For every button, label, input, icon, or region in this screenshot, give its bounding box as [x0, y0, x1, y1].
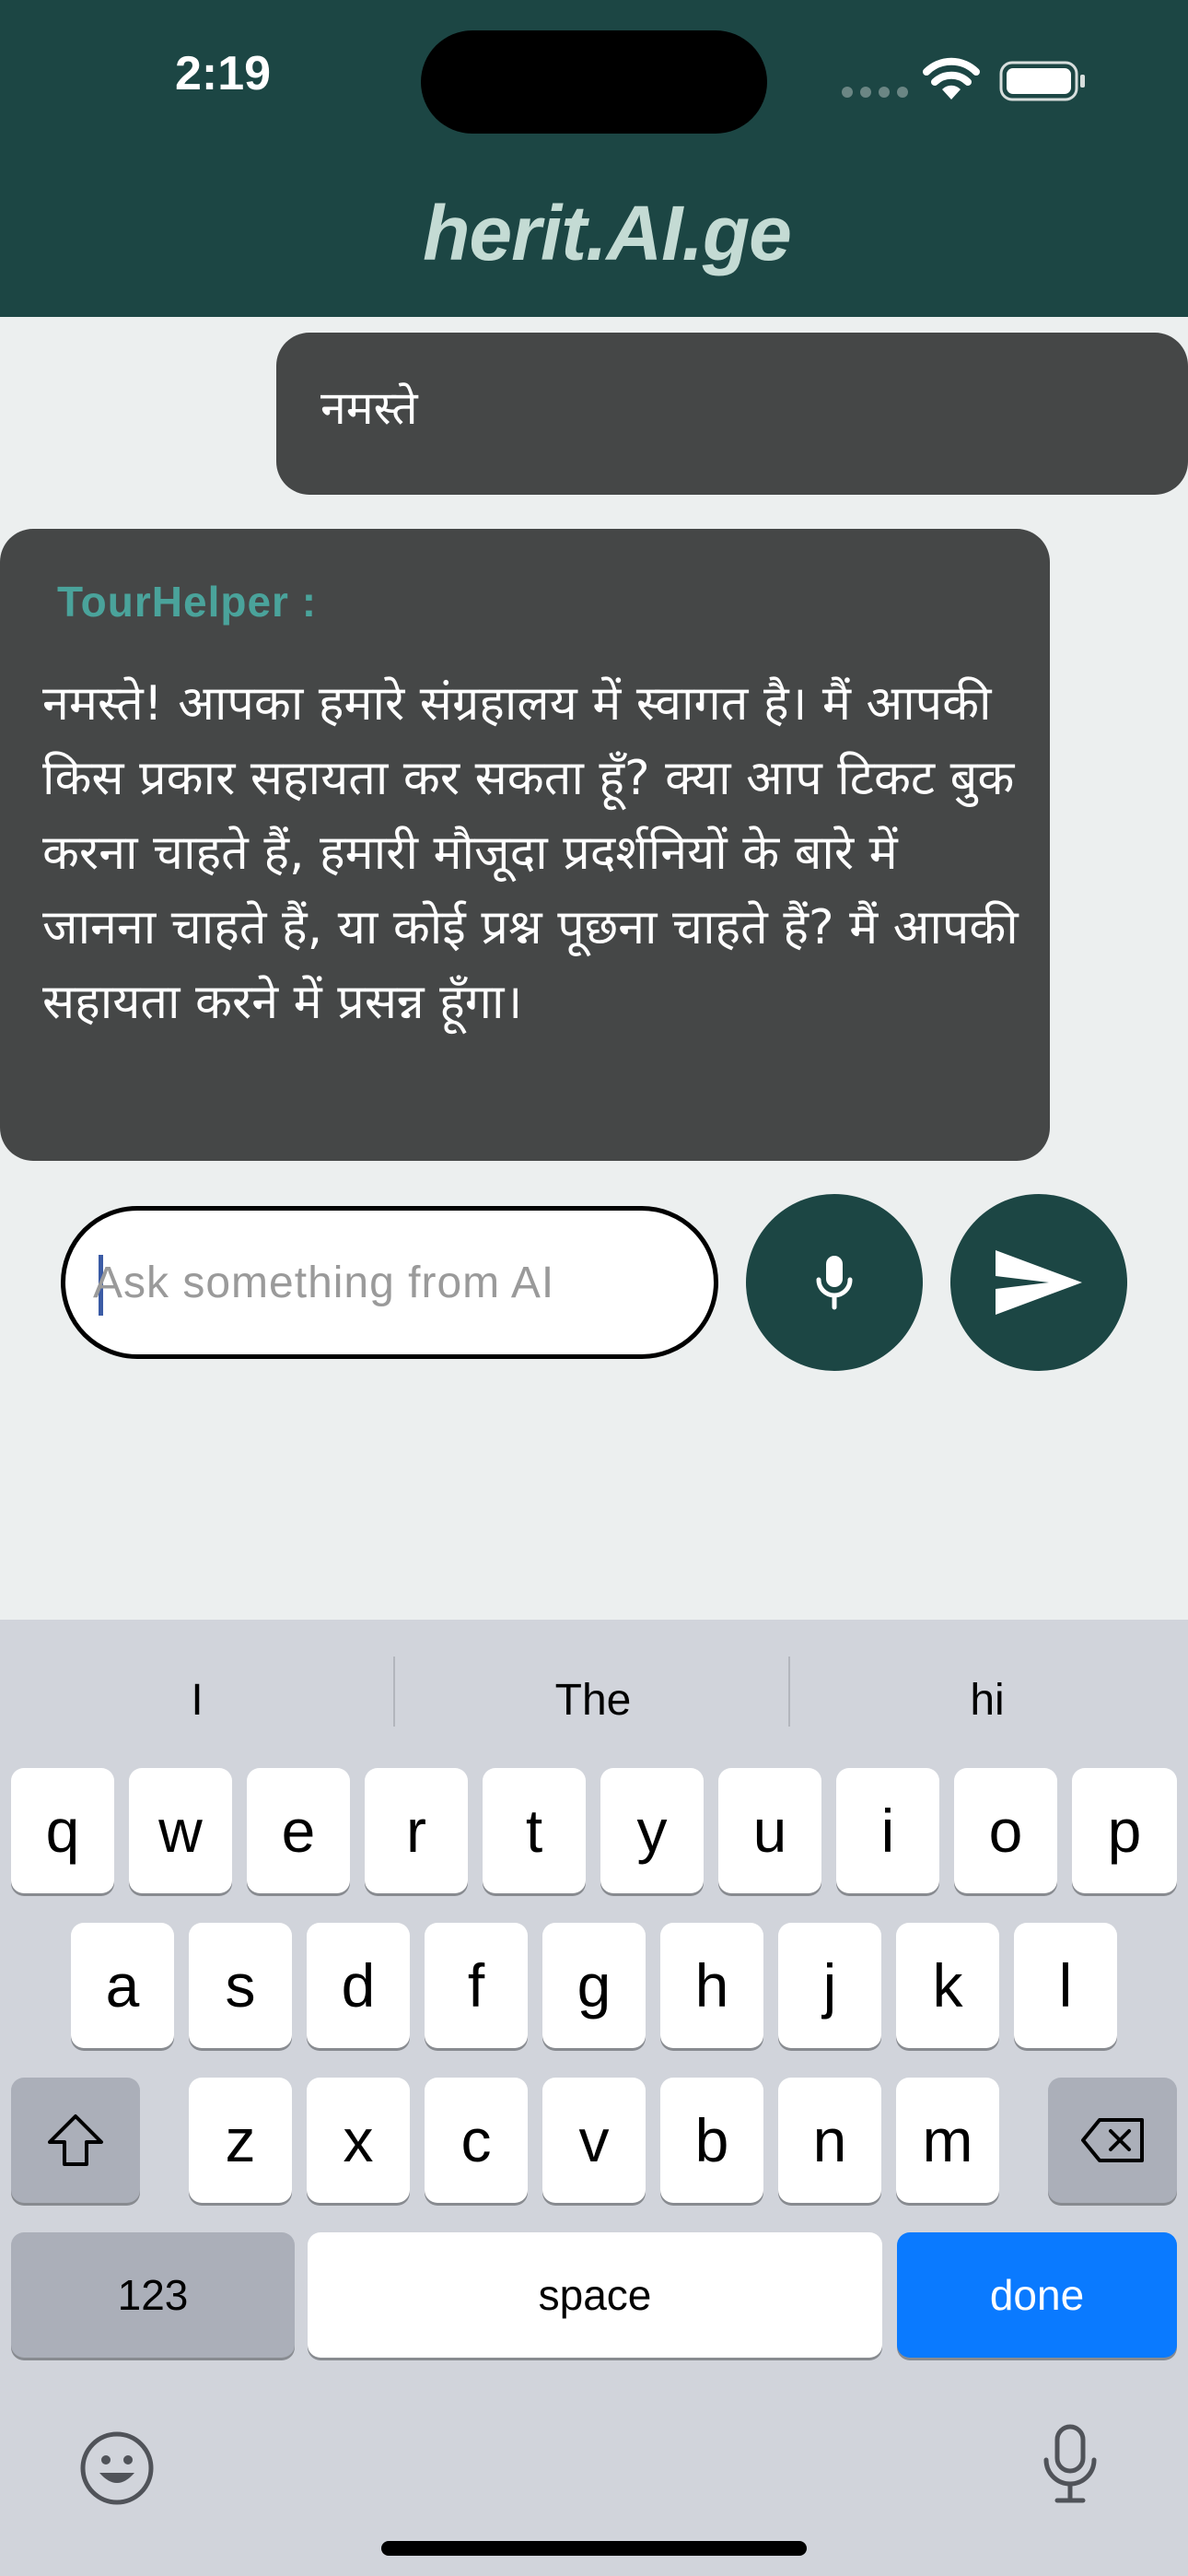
key-x[interactable]: x	[307, 2078, 410, 2203]
key-l[interactable]: l	[1014, 1923, 1117, 2048]
suggestion-2[interactable]: The	[396, 1675, 790, 1726]
key-n[interactable]: n	[778, 2078, 881, 2203]
key-s[interactable]: s	[189, 1923, 292, 2048]
key-j[interactable]: j	[778, 1923, 881, 2048]
bot-message-text: नमस्ते! आपका हमारे संग्रहालय में स्वागत …	[42, 676, 1019, 1030]
message-input[interactable]	[93, 1211, 682, 1354]
app-title: herit.AI.ge	[423, 190, 792, 276]
suggestion-1[interactable]: I	[0, 1675, 394, 1726]
numbers-key[interactable]: 123	[11, 2232, 295, 2358]
key-d[interactable]: d	[307, 1923, 410, 2048]
bot-sender-label: TourHelper :	[57, 578, 318, 626]
key-z[interactable]: z	[189, 2078, 292, 2203]
key-t[interactable]: t	[483, 1768, 586, 1893]
key-q[interactable]: q	[11, 1768, 114, 1893]
key-i[interactable]: i	[836, 1768, 939, 1893]
key-w[interactable]: w	[129, 1768, 232, 1893]
dynamic-island	[421, 30, 767, 134]
cellular-signal-icon	[842, 87, 908, 98]
key-r[interactable]: r	[365, 1768, 468, 1893]
message-input-container[interactable]	[61, 1206, 718, 1359]
suggestion-divider	[393, 1657, 395, 1727]
backspace-key[interactable]	[1048, 2078, 1177, 2203]
key-g[interactable]: g	[542, 1923, 646, 2048]
key-c[interactable]: c	[425, 2078, 528, 2203]
key-v[interactable]: v	[542, 2078, 646, 2203]
onscreen-keyboard: I The hi q w e r t y u i o p a s d f g h…	[0, 1620, 1188, 2576]
send-icon	[996, 1250, 1082, 1315]
emoji-icon[interactable]	[79, 2430, 155, 2506]
status-time: 2:19	[175, 47, 272, 100]
key-p[interactable]: p	[1072, 1768, 1177, 1893]
key-u[interactable]: u	[718, 1768, 821, 1893]
voice-input-button[interactable]	[746, 1194, 923, 1371]
user-message-text: नमस्ते	[320, 381, 418, 435]
microphone-icon	[816, 1256, 853, 1310]
wifi-icon	[923, 57, 980, 100]
key-a[interactable]: a	[71, 1923, 174, 2048]
suggestion-3[interactable]: hi	[790, 1675, 1184, 1726]
home-indicator	[381, 2541, 807, 2556]
key-k[interactable]: k	[896, 1923, 999, 2048]
backspace-icon	[1081, 2118, 1144, 2162]
key-o[interactable]: o	[954, 1768, 1057, 1893]
bot-message-bubble: TourHelper : नमस्ते! आपका हमारे संग्रहाल…	[0, 529, 1050, 1161]
shift-icon	[48, 2114, 103, 2166]
space-key[interactable]: space	[308, 2232, 882, 2358]
battery-icon	[999, 61, 1085, 101]
key-b[interactable]: b	[660, 2078, 763, 2203]
done-key[interactable]: done	[897, 2232, 1177, 2358]
key-f[interactable]: f	[425, 1923, 528, 2048]
app-header: 2:19 herit.AI.ge	[0, 0, 1188, 317]
shift-key[interactable]	[11, 2078, 140, 2203]
user-message-bubble: नमस्ते	[276, 333, 1188, 495]
key-e[interactable]: e	[247, 1768, 350, 1893]
key-m[interactable]: m	[896, 2078, 999, 2203]
key-h[interactable]: h	[660, 1923, 763, 2048]
dictation-icon[interactable]	[1041, 2423, 1100, 2506]
send-button[interactable]	[950, 1194, 1127, 1371]
key-y[interactable]: y	[600, 1768, 704, 1893]
